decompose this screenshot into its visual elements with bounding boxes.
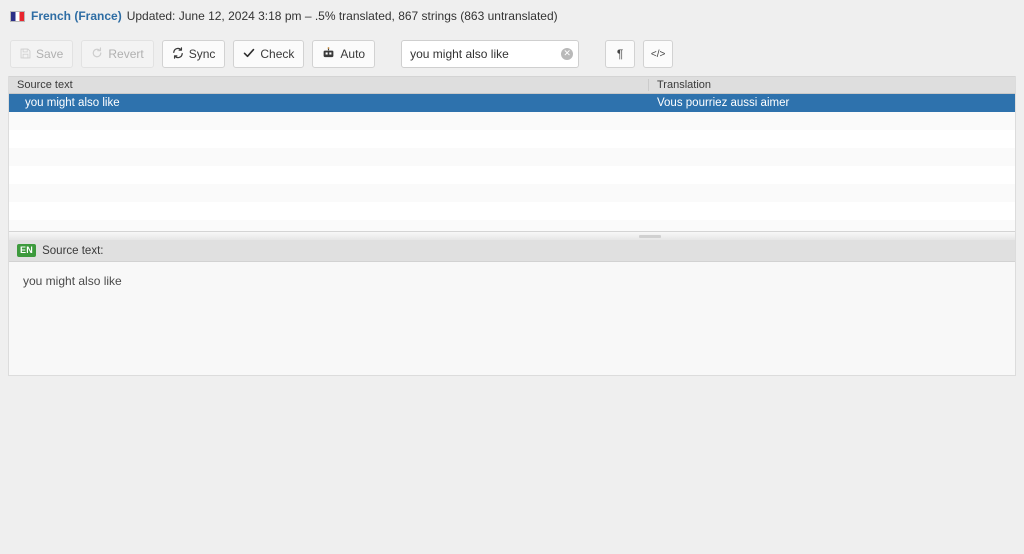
table-header-row: Source text Translation (9, 77, 1015, 94)
refresh-icon (172, 47, 184, 61)
undo-arrow-icon (91, 47, 103, 61)
source-panel-header: EN Source text: (9, 240, 1015, 262)
source-text-value: you might also like (23, 274, 122, 288)
table-row[interactable] (9, 148, 1015, 166)
code-icon: </> (650, 48, 666, 60)
source-language-badge: EN (17, 244, 37, 257)
robot-icon (322, 47, 335, 61)
column-header-source[interactable]: Source text (9, 79, 649, 91)
cell-translation: Vous pourriez aussi aimer (657, 97, 790, 109)
table-body: you might also like Vous pourriez aussi … (9, 94, 1015, 231)
status-bar: French (France) Updated: June 12, 2024 3… (0, 0, 1024, 32)
sync-button-label: Sync (188, 47, 216, 61)
french-flag-icon (10, 10, 25, 22)
table-row[interactable] (9, 112, 1015, 130)
show-whitespace-toggle[interactable]: ¶ (605, 40, 636, 68)
source-text-area[interactable]: you might also like (9, 262, 1015, 375)
table-row[interactable] (9, 166, 1015, 184)
save-button[interactable]: Save (10, 40, 74, 68)
table-row[interactable] (9, 202, 1015, 220)
auto-translate-button[interactable]: Auto (312, 40, 376, 68)
pilcrow-icon: ¶ (616, 47, 624, 61)
sync-button[interactable]: Sync (161, 40, 226, 68)
checkmark-icon (243, 47, 255, 61)
editor-main-frame: Source text Translation you might also l… (8, 76, 1016, 376)
check-button-label: Check (260, 47, 295, 61)
language-name[interactable]: French (France) (31, 9, 122, 23)
cell-source: you might also like (25, 97, 120, 109)
show-code-toggle[interactable]: </> (643, 40, 674, 68)
search-field-wrap: ✕ (401, 40, 580, 68)
status-meta-text: Updated: June 12, 2024 3:18 pm – .5% tra… (126, 9, 558, 23)
revert-button[interactable]: Revert (81, 40, 154, 68)
auto-translate-button-label: Auto (340, 47, 366, 61)
column-header-translation[interactable]: Translation (649, 79, 1015, 91)
search-input[interactable] (401, 40, 580, 68)
source-panel-title: Source text: (42, 244, 104, 257)
splitter-grip[interactable] (639, 235, 661, 238)
clear-search-icon[interactable]: ✕ (561, 48, 574, 60)
save-button-label: Save (36, 47, 64, 61)
strings-table[interactable]: Source text Translation you might also l… (9, 76, 1015, 232)
table-row[interactable]: you might also like Vous pourriez aussi … (9, 94, 1015, 112)
splitter-table-source[interactable] (9, 232, 1015, 240)
table-row[interactable] (9, 184, 1015, 202)
table-row[interactable] (9, 130, 1015, 148)
revert-button-label: Revert (108, 47, 144, 61)
toolbar: Save Revert Sync Check Auto you might al… (0, 32, 1024, 76)
table-row[interactable] (9, 220, 1015, 231)
check-button[interactable]: Check (233, 40, 305, 68)
floppy-disk-icon (20, 48, 31, 61)
